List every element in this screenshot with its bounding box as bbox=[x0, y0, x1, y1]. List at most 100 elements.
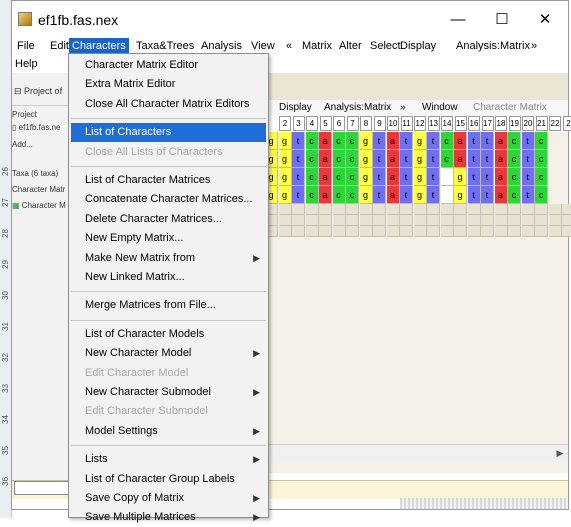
menu-item-merge-matrices-from-file[interactable]: Merge Matrices from File... bbox=[71, 296, 266, 315]
empty-cell[interactable] bbox=[522, 204, 535, 215]
empty-cell[interactable] bbox=[535, 204, 548, 215]
empty-cell[interactable] bbox=[549, 226, 562, 237]
matrix-cell[interactable]: t bbox=[522, 186, 535, 204]
empty-cell[interactable] bbox=[373, 226, 386, 237]
empty-cell[interactable] bbox=[549, 204, 562, 215]
column-header[interactable]: 16 bbox=[468, 116, 480, 131]
matrix-cell[interactable]: c bbox=[441, 132, 454, 150]
character-matrix-item[interactable]: ▦ Character M bbox=[12, 201, 66, 210]
empty-cell[interactable] bbox=[522, 226, 535, 237]
matrix-cell[interactable]: t bbox=[481, 132, 494, 150]
matrix-cell[interactable]: a bbox=[387, 150, 400, 168]
matrix-cell[interactable]: t bbox=[373, 132, 386, 150]
empty-cell[interactable] bbox=[481, 204, 494, 215]
matrix-cell[interactable]: g bbox=[279, 168, 292, 186]
column-header[interactable]: 10 bbox=[387, 116, 399, 131]
empty-cell[interactable] bbox=[454, 226, 467, 237]
matrix-cell[interactable]: t bbox=[400, 186, 413, 204]
matrix-cell[interactable]: t bbox=[427, 132, 440, 150]
matrix-cell[interactable]: c bbox=[306, 168, 319, 186]
matrix-cell[interactable]: c bbox=[535, 132, 548, 150]
menu-item-concatenate-character-matrices[interactable]: Concatenate Character Matrices... bbox=[71, 190, 266, 209]
minimize-button[interactable]: — bbox=[442, 10, 474, 30]
matrix-cell[interactable]: g bbox=[414, 168, 427, 186]
empty-cell[interactable] bbox=[468, 204, 481, 215]
matrix-cell[interactable]: c bbox=[333, 132, 346, 150]
matrix-cell[interactable]: t bbox=[468, 150, 481, 168]
matrix-cell[interactable]: a bbox=[495, 150, 508, 168]
empty-cell[interactable] bbox=[292, 215, 305, 226]
matrix-cell[interactable]: t bbox=[427, 168, 440, 186]
column-header[interactable]: 8 bbox=[360, 116, 372, 131]
empty-cell[interactable] bbox=[427, 215, 440, 226]
matrix-cell[interactable]: t bbox=[522, 168, 535, 186]
empty-cell[interactable] bbox=[360, 204, 373, 215]
search-input[interactable] bbox=[14, 481, 70, 495]
matrix-cell[interactable]: g bbox=[454, 186, 467, 204]
matrix-cell[interactable]: t bbox=[400, 168, 413, 186]
empty-cell[interactable] bbox=[508, 226, 521, 237]
matrix-cell[interactable]: g bbox=[360, 150, 373, 168]
matrix-cell[interactable]: t bbox=[468, 186, 481, 204]
matrix-cell[interactable]: a bbox=[495, 168, 508, 186]
empty-cell[interactable] bbox=[387, 226, 400, 237]
matrix-cell[interactable]: t bbox=[292, 150, 305, 168]
matrix-cell[interactable]: a bbox=[495, 186, 508, 204]
matrix-cell[interactable]: t bbox=[373, 150, 386, 168]
maximize-button[interactable]: ☐ bbox=[486, 10, 518, 30]
character-matrix-tab[interactable]: Character Matrix bbox=[473, 102, 547, 113]
empty-cell[interactable] bbox=[292, 204, 305, 215]
column-header[interactable]: 17 bbox=[482, 116, 494, 131]
menu-window-inner[interactable]: Window bbox=[422, 102, 458, 113]
empty-cell[interactable] bbox=[414, 215, 427, 226]
matrix-cell[interactable]: t bbox=[400, 150, 413, 168]
matrix-cell[interactable]: g bbox=[360, 168, 373, 186]
close-button[interactable]: ✕ bbox=[529, 10, 561, 30]
matrix-cell[interactable]: t bbox=[373, 168, 386, 186]
empty-cell[interactable] bbox=[522, 215, 535, 226]
empty-cell[interactable] bbox=[441, 226, 454, 237]
matrix-cell[interactable]: c bbox=[333, 186, 346, 204]
matrix-cell[interactable]: t bbox=[481, 186, 494, 204]
empty-cell[interactable] bbox=[562, 204, 571, 215]
column-header[interactable]: 12 bbox=[414, 116, 426, 131]
matrix-cell[interactable]: c bbox=[508, 132, 521, 150]
menu-item-model-settings[interactable]: Model Settings▶ bbox=[71, 422, 266, 441]
column-header[interactable]: 20 bbox=[522, 116, 534, 131]
empty-cell[interactable] bbox=[495, 215, 508, 226]
add-link[interactable]: Add... bbox=[12, 140, 33, 149]
matrix-cell[interactable]: g bbox=[414, 150, 427, 168]
menu-item-make-new-matrix-from[interactable]: Make New Matrix from▶ bbox=[71, 249, 266, 268]
empty-cell[interactable] bbox=[481, 215, 494, 226]
matrix-cell[interactable]: t bbox=[481, 168, 494, 186]
matrix-cell[interactable]: c bbox=[535, 150, 548, 168]
empty-cell[interactable] bbox=[414, 204, 427, 215]
empty-cell[interactable] bbox=[306, 204, 319, 215]
matrix-cell[interactable]: c bbox=[535, 168, 548, 186]
matrix-cell[interactable]: g bbox=[360, 132, 373, 150]
empty-cell[interactable] bbox=[427, 204, 440, 215]
empty-cell[interactable] bbox=[319, 204, 332, 215]
empty-cell[interactable] bbox=[549, 215, 562, 226]
scroll-right-icon[interactable]: ▶ bbox=[552, 445, 568, 461]
menu-file[interactable]: File bbox=[14, 38, 38, 54]
matrix-cell[interactable]: c bbox=[508, 168, 521, 186]
column-header[interactable]: 9 bbox=[374, 116, 386, 131]
menu-taxa-trees[interactable]: Taxa&Trees bbox=[133, 38, 197, 54]
matrix-cell[interactable]: c bbox=[535, 186, 548, 204]
menu-matrix[interactable]: Matrix bbox=[299, 38, 335, 54]
empty-cell[interactable] bbox=[468, 226, 481, 237]
matrix-cell[interactable]: a bbox=[319, 186, 332, 204]
matrix-cell[interactable]: a bbox=[454, 132, 467, 150]
empty-cell[interactable] bbox=[535, 215, 548, 226]
empty-cell[interactable] bbox=[454, 215, 467, 226]
matrix-cell[interactable]: c bbox=[346, 150, 359, 168]
empty-cell[interactable] bbox=[279, 226, 292, 237]
column-header[interactable]: 2 bbox=[563, 116, 571, 131]
matrix-cell[interactable]: c bbox=[346, 168, 359, 186]
matrix-cell[interactable]: t bbox=[468, 132, 481, 150]
menu-item-delete-character-matrices[interactable]: Delete Character Matrices... bbox=[71, 210, 266, 229]
matrix-cell[interactable]: g bbox=[454, 168, 467, 186]
menu-item-lists[interactable]: Lists▶ bbox=[71, 450, 266, 469]
matrix-cell[interactable]: a bbox=[387, 132, 400, 150]
